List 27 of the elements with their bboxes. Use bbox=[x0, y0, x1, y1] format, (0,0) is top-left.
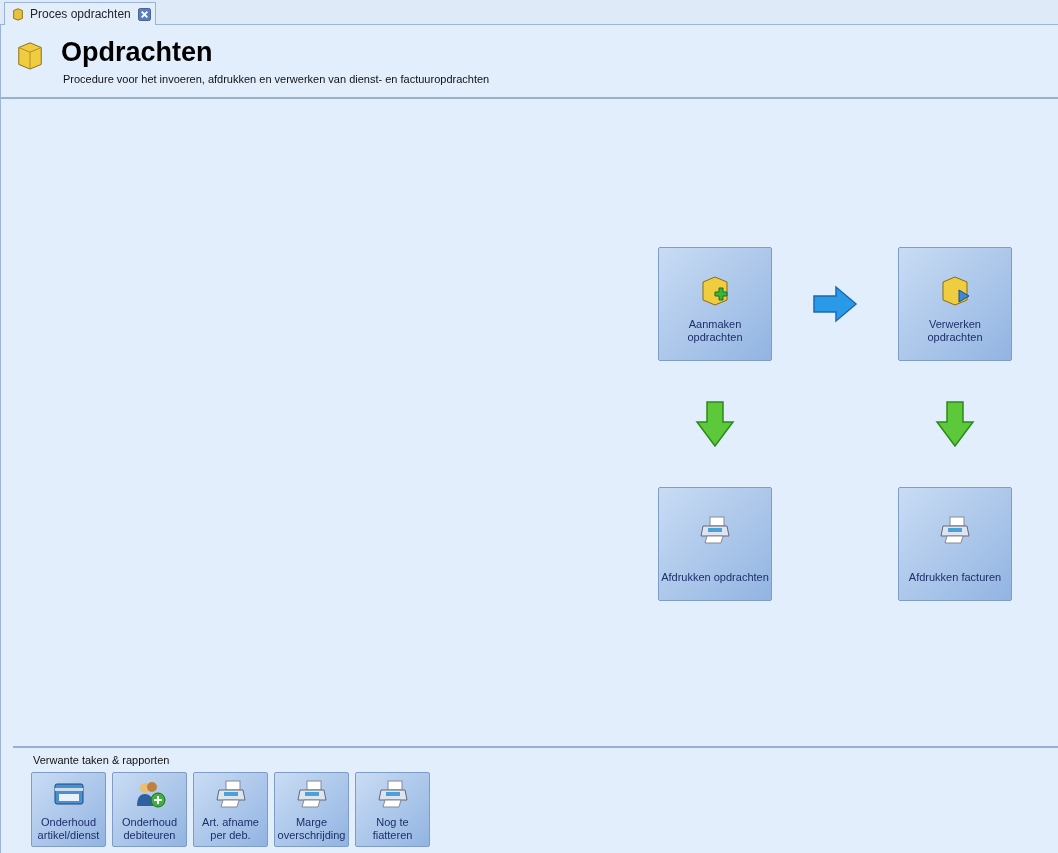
process-tile[interactable]: Afdrukken facturen bbox=[898, 487, 1012, 601]
down-arrow-icon bbox=[695, 400, 735, 448]
printer-icon bbox=[214, 780, 247, 808]
right-arrow-icon bbox=[812, 285, 858, 323]
process-tile[interactable]: Afdrukken opdrachten bbox=[658, 487, 772, 601]
box-icon bbox=[699, 274, 731, 306]
box-icon bbox=[939, 274, 971, 306]
card-icon bbox=[52, 780, 85, 808]
task-button[interactable]: Onderhoud artikel/dienst bbox=[31, 772, 106, 847]
section-title: Verwante taken & rapporten bbox=[33, 754, 171, 766]
task-button[interactable]: Marge overschrijding bbox=[274, 772, 349, 847]
printer-icon bbox=[295, 780, 328, 808]
printer-icon bbox=[939, 514, 971, 546]
process-tile[interactable]: Verwerken opdrachten bbox=[898, 247, 1012, 361]
box-icon bbox=[11, 7, 25, 21]
page-subtitle: Procedure voor het invoeren, afdrukken en verwerken van dienst- en factuuropdrachten bbox=[63, 73, 490, 85]
page-title: Opdrachten bbox=[61, 37, 214, 67]
close-icon[interactable] bbox=[137, 7, 151, 21]
box-icon bbox=[15, 39, 45, 71]
printer-icon bbox=[699, 514, 731, 546]
process-tile[interactable]: Aanmaken opdrachten bbox=[658, 247, 772, 361]
task-button[interactable]: Onderhoud debiteuren bbox=[112, 772, 187, 847]
down-arrow-icon bbox=[935, 400, 975, 448]
printer-icon bbox=[376, 780, 409, 808]
task-button[interactable]: Nog te fiatteren bbox=[355, 772, 430, 847]
task-button[interactable]: Art. afname per deb. bbox=[193, 772, 268, 847]
document-tab[interactable]: Proces opdrachten bbox=[4, 2, 156, 25]
